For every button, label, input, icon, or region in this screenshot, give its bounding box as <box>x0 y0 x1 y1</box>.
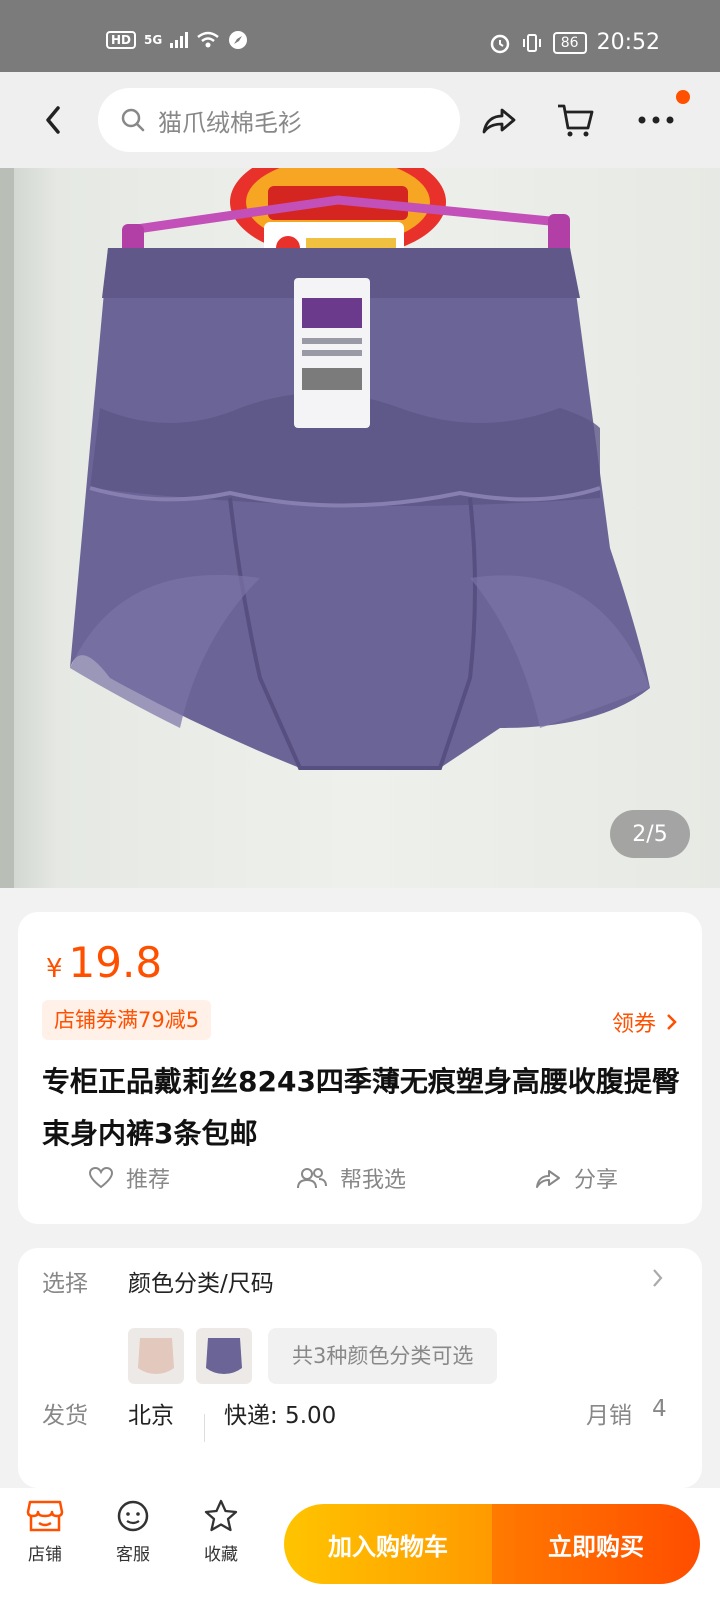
currency-symbol: ¥ <box>46 954 63 984</box>
select-value[interactable]: 颜色分类/尺码 <box>128 1264 274 1298</box>
select-label: 选择 <box>42 1271 88 1297</box>
ship-city: 北京 <box>128 1403 174 1429</box>
share-label: 分享 <box>574 1168 619 1193</box>
notification-dot <box>676 90 690 104</box>
product-title: 专柜正品戴莉丝8243四季薄无痕塑身高腰收腹提臀束身内裤3条包邮 <box>42 1065 680 1150</box>
buy-now-button[interactable]: 立即购买 <box>492 1504 700 1584</box>
network-type: 5G <box>144 33 163 47</box>
price-value: 19.8 <box>68 938 163 987</box>
signal-icon <box>170 32 189 48</box>
recommend-button[interactable]: 推荐 <box>88 1162 170 1194</box>
price: ¥ 19.8 <box>46 938 162 987</box>
vibrate-icon <box>522 33 541 52</box>
store-icon <box>26 1500 64 1532</box>
star-icon <box>204 1499 238 1532</box>
compass-icon <box>229 31 248 49</box>
search-icon <box>121 108 145 132</box>
variant-thumb-beige[interactable] <box>128 1328 184 1384</box>
share-button[interactable]: 分享 <box>534 1162 618 1194</box>
add-to-cart-button[interactable]: 加入购物车 <box>284 1504 492 1584</box>
monthly-sales-value: 4 <box>652 1396 667 1422</box>
get-coupon-button[interactable]: 领券 <box>612 1006 678 1038</box>
clock: 20:52 <box>596 30 660 55</box>
chevron-right-icon[interactable] <box>652 1268 664 1288</box>
heart-icon <box>88 1166 114 1189</box>
search-input[interactable]: 猫爪绒棉毛衫 <box>98 88 460 152</box>
search-placeholder: 猫爪绒棉毛衫 <box>158 108 302 137</box>
variant-thumb-purple[interactable] <box>196 1328 252 1384</box>
chevron-right-icon <box>667 1014 677 1030</box>
options-card: 选择 颜色分类/尺码 共3种颜色分类可选 发货 北京 快递: 5.00 月销 4 <box>18 1248 702 1488</box>
battery-level: 86 <box>552 31 587 54</box>
coupon-badge[interactable]: 店铺券满79减5 <box>42 1000 212 1040</box>
recommend-label: 推荐 <box>126 1168 171 1193</box>
share-icon <box>536 1170 560 1188</box>
product-info-card: ¥ 19.8 店铺券满79减5 领券 专柜正品戴莉丝8243四季薄无痕塑身高腰收… <box>18 912 702 1224</box>
image-pager: 2/5 <box>610 810 690 858</box>
store-label: 店铺 <box>28 1545 62 1565</box>
favorite-tab[interactable]: 收藏 <box>186 1498 256 1588</box>
store-tab[interactable]: 店铺 <box>10 1498 80 1588</box>
ship-fee: 快递: 5.00 <box>224 1403 337 1429</box>
status-bar: HD 5G 86 20:52 <box>0 0 720 72</box>
service-tab[interactable]: 客服 <box>98 1498 168 1588</box>
product-gallery[interactable]: 2/5 <box>0 168 720 888</box>
share-icon[interactable] <box>476 98 520 142</box>
users-icon <box>297 1168 327 1189</box>
more-icon[interactable] <box>634 98 678 142</box>
service-icon <box>117 1500 149 1532</box>
favorite-label: 收藏 <box>204 1545 238 1565</box>
top-bar: 猫爪绒棉毛衫 <box>0 72 720 168</box>
bottom-action-bar: 店铺 客服 收藏 加入购物车 立即购买 <box>0 1488 720 1600</box>
get-coupon-label: 领券 <box>611 1012 656 1037</box>
wifi-icon <box>197 31 219 48</box>
cart-icon[interactable] <box>554 98 598 142</box>
monthly-sales-label: 月销 <box>586 1403 632 1429</box>
ship-label: 发货 <box>42 1403 88 1429</box>
alarm-icon <box>490 34 510 53</box>
product-actions: 推荐 帮我选 分享 <box>18 1162 702 1202</box>
help-choose-button[interactable]: 帮我选 <box>296 1162 406 1194</box>
help-choose-label: 帮我选 <box>340 1168 407 1193</box>
hd-indicator: HD <box>106 31 137 49</box>
variants-count-chip[interactable]: 共3种颜色分类可选 <box>268 1328 498 1384</box>
divider <box>204 1414 205 1442</box>
product-image <box>0 168 650 888</box>
service-label: 客服 <box>116 1545 150 1565</box>
back-icon[interactable] <box>36 98 72 142</box>
